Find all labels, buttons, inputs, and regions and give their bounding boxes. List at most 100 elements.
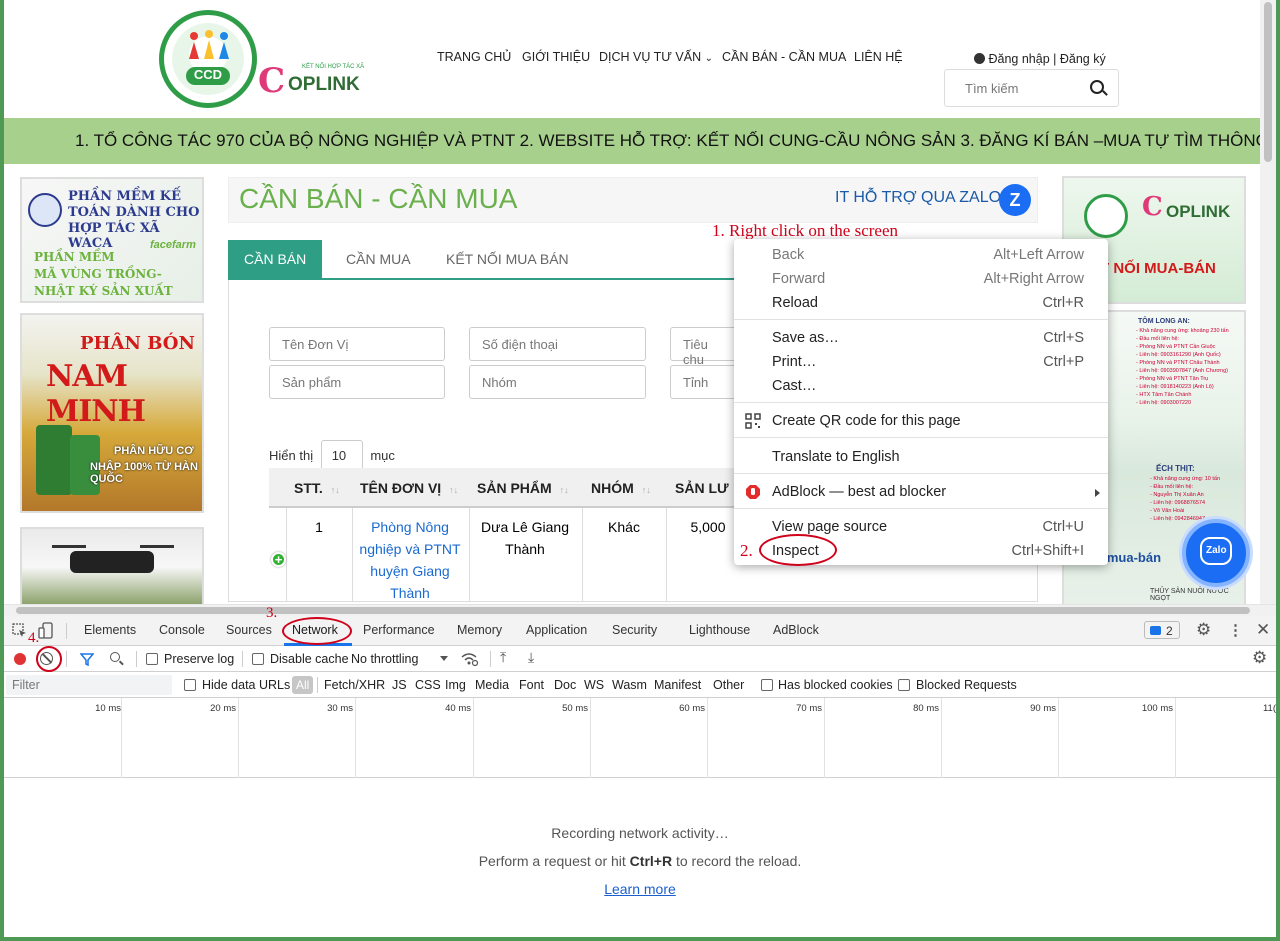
menu-item-adblock[interactable]: AdBlock — best ad blocker bbox=[734, 480, 1108, 504]
zalo-chat-button[interactable]: Zalo bbox=[1182, 519, 1250, 587]
tab-can-ban[interactable]: CẦN BÁN bbox=[228, 240, 323, 278]
devtools-tab-security[interactable]: Security bbox=[612, 623, 657, 637]
coplink-logo[interactable]: C KẾT NỐI HỢP TÁC XÃ OPLINK bbox=[258, 62, 368, 102]
devtools-tab-lighthouse[interactable]: Lighthouse bbox=[689, 623, 750, 637]
nav-can-ban-can-mua[interactable]: CẦN BÁN - CẦN MUA bbox=[722, 50, 846, 64]
tab-can-mua[interactable]: CẦN MUA bbox=[330, 240, 427, 278]
type-filter-media[interactable]: Media bbox=[475, 678, 509, 692]
inspect-element-icon[interactable] bbox=[12, 623, 28, 639]
close-devtools-icon[interactable]: ✕ bbox=[1256, 620, 1270, 640]
col-stt[interactable]: STT. ↑↓ bbox=[294, 468, 340, 508]
menu-item-reload[interactable]: Reload Ctrl+R bbox=[734, 291, 1108, 315]
device-toggle-icon[interactable] bbox=[38, 622, 54, 640]
menu-item-print[interactable]: Print… Ctrl+P bbox=[734, 350, 1108, 374]
type-filter-font[interactable]: Font bbox=[519, 678, 544, 692]
scrollbar-thumb[interactable] bbox=[1264, 2, 1272, 162]
disable-cache-checkbox[interactable] bbox=[252, 653, 264, 665]
blocked-cookies-checkbox[interactable] bbox=[761, 679, 773, 691]
hide-data-urls-checkbox[interactable] bbox=[184, 679, 196, 691]
type-filter-js[interactable]: JS bbox=[392, 678, 407, 692]
menu-item-create-qr[interactable]: Create QR code for this page bbox=[734, 409, 1108, 433]
preserve-log-checkbox[interactable] bbox=[146, 653, 158, 665]
record-icon[interactable] bbox=[14, 653, 26, 665]
col-divider bbox=[286, 508, 287, 602]
import-har-icon[interactable]: ⤒ bbox=[500, 649, 506, 666]
type-filter-manifest[interactable]: Manifest bbox=[654, 678, 701, 692]
filter-funnel-icon[interactable] bbox=[80, 652, 94, 666]
network-conditions-icon[interactable] bbox=[460, 651, 478, 667]
page-horizontal-scrollbar[interactable] bbox=[4, 604, 1276, 616]
blocked-requests-checkbox[interactable] bbox=[898, 679, 910, 691]
search-input[interactable]: Tìm kiếm bbox=[944, 69, 1119, 107]
drone-ad-banner[interactable] bbox=[20, 527, 204, 607]
nav-trang-chu[interactable]: TRANG CHỦ bbox=[437, 50, 511, 64]
menu-label: Reload bbox=[772, 295, 818, 311]
nav-lien-he[interactable]: LIÊN HỆ bbox=[854, 50, 903, 64]
ech-thit-title: ẾCH THỊT: bbox=[1156, 464, 1195, 473]
menu-item-translate[interactable]: Translate to English bbox=[734, 445, 1108, 469]
type-filter-fetch-xhr[interactable]: Fetch/XHR bbox=[324, 678, 385, 692]
phone-filter-input[interactable]: Số điện thoại bbox=[469, 327, 646, 361]
page-vertical-scrollbar[interactable] bbox=[1260, 0, 1276, 604]
don-vi-filter-input[interactable]: Tên Đơn Vị bbox=[269, 327, 445, 361]
ad-line: - Khả năng cung ứng: 10 tấn bbox=[1150, 476, 1221, 482]
type-filter-other[interactable]: Other bbox=[713, 678, 744, 692]
scrollbar-thumb[interactable] bbox=[16, 607, 1250, 614]
learn-more-link-text[interactable]: Learn more bbox=[604, 881, 676, 897]
network-timeline[interactable]: 10 ms 20 ms 30 ms 40 ms 50 ms 60 ms 70 m… bbox=[4, 698, 1276, 778]
annotation-step-4: 4. bbox=[28, 630, 40, 646]
search-icon[interactable] bbox=[1090, 80, 1104, 94]
more-options-icon[interactable]: ⋮ bbox=[1228, 621, 1243, 639]
nav-gioi-thieu[interactable]: GIỚI THIỆU bbox=[522, 50, 590, 64]
fertilizer-ad-banner[interactable]: PHÂN BÓN NAM MINH PHÂN HỮU CƠ NHẬP 100% … bbox=[20, 313, 204, 513]
product-filter-input[interactable]: Sản phẩm bbox=[269, 365, 445, 399]
menu-separator bbox=[734, 473, 1108, 474]
page-size-select[interactable]: 10 bbox=[320, 440, 363, 470]
menu-item-save-as[interactable]: Save as… Ctrl+S bbox=[734, 326, 1108, 350]
col-ten-don-vi[interactable]: TÊN ĐƠN VỊ ↑↓ bbox=[360, 468, 458, 508]
menu-item-back[interactable]: Back Alt+Left Arrow bbox=[734, 243, 1108, 267]
zalo-support-link[interactable]: IT HỖ TRỢ QUA ZALO bbox=[835, 189, 1001, 207]
col-san-pham[interactable]: SẢN PHẨM ↑↓ bbox=[477, 468, 569, 508]
issues-badge[interactable]: 2 bbox=[1144, 621, 1180, 639]
waca-ad-banner[interactable]: PHẦN MỀM KẾ TOÁN DÀNH CHO HỢP TÁC XÃ WAC… bbox=[20, 177, 204, 303]
devtools-tab-console[interactable]: Console bbox=[159, 623, 205, 637]
ccd-logo[interactable]: CCD bbox=[159, 10, 257, 108]
group-filter-input[interactable]: Nhóm bbox=[469, 365, 646, 399]
type-filter-ws[interactable]: WS bbox=[584, 678, 604, 692]
throttling-select[interactable]: No throttling bbox=[351, 652, 418, 666]
type-filter-all[interactable]: All bbox=[292, 676, 314, 694]
search-icon[interactable] bbox=[110, 652, 124, 666]
network-settings-gear-icon[interactable]: ⚙ bbox=[1252, 648, 1267, 668]
login-link[interactable]: Đăng nhập bbox=[988, 52, 1049, 66]
settings-gear-icon[interactable]: ⚙ bbox=[1196, 620, 1211, 640]
col-san-luong[interactable]: SẢN LƯ bbox=[675, 468, 729, 508]
province-filter-input[interactable]: Tỉnh bbox=[670, 365, 740, 399]
type-filter-css[interactable]: CSS bbox=[415, 678, 441, 692]
register-link[interactable]: Đăng ký bbox=[1060, 52, 1106, 66]
tab-ket-noi-mua-ban[interactable]: KẾT NỐI MUA BÁN bbox=[430, 240, 585, 278]
nav-dich-vu-tu-van[interactable]: DỊCH VỤ TƯ VẤN ⌄ bbox=[599, 50, 713, 64]
devtools-tab-adblock[interactable]: AdBlock bbox=[773, 623, 819, 637]
type-filter-img[interactable]: Img bbox=[445, 678, 466, 692]
col-nhom[interactable]: NHÓM ↑↓ bbox=[591, 468, 651, 508]
export-har-icon[interactable]: ⤓ bbox=[528, 649, 534, 666]
devtools-tab-sources[interactable]: Sources bbox=[226, 623, 272, 637]
cell-don-vi-link[interactable]: Phòng Nông nghiệp và PTNT huyện Giang Th… bbox=[356, 516, 464, 604]
type-filter-doc[interactable]: Doc bbox=[554, 678, 576, 692]
standard-filter-input[interactable]: Tiêu chu bbox=[670, 327, 740, 367]
timeline-label: 40 ms bbox=[445, 703, 471, 714]
devtools-tab-performance[interactable]: Performance bbox=[363, 623, 435, 637]
filter-input[interactable]: Filter bbox=[6, 675, 172, 695]
type-filter-wasm[interactable]: Wasm bbox=[612, 678, 647, 692]
menu-item-forward[interactable]: Forward Alt+Right Arrow bbox=[734, 267, 1108, 291]
devtools-tab-elements[interactable]: Elements bbox=[84, 623, 136, 637]
expand-row-icon[interactable]: + bbox=[271, 552, 286, 567]
toolbar-divider bbox=[136, 651, 137, 667]
devtools-tab-application[interactable]: Application bbox=[526, 623, 587, 637]
chevron-down-icon[interactable] bbox=[440, 656, 448, 661]
devtools-tab-memory[interactable]: Memory bbox=[457, 623, 502, 637]
zalo-icon[interactable]: Z bbox=[999, 184, 1031, 216]
toolbar-divider bbox=[242, 651, 243, 667]
menu-item-cast[interactable]: Cast… bbox=[734, 374, 1108, 398]
